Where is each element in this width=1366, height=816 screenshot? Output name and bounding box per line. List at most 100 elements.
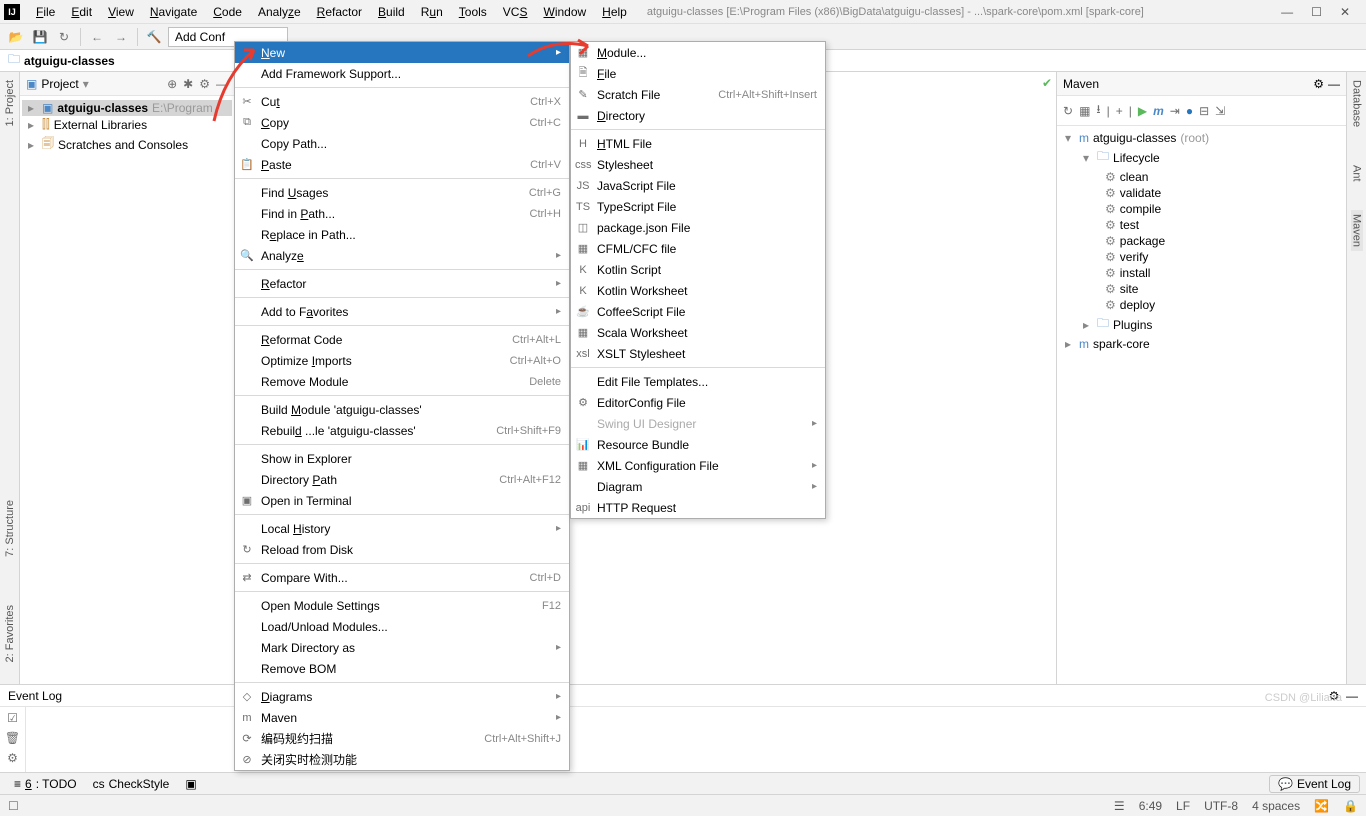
add-icon[interactable]: +	[1116, 104, 1123, 118]
maven-plugins[interactable]: ▸🗀 Plugins	[1061, 313, 1342, 336]
menu-build[interactable]: Build	[370, 2, 413, 22]
open-icon[interactable]: 📂	[6, 27, 26, 47]
clear-icon[interactable]: 🗑	[5, 731, 20, 745]
back-icon[interactable]: ←	[87, 27, 107, 47]
menu-item-kotlin-worksheet[interactable]: KKotlin Worksheet	[571, 280, 825, 301]
menu-item-editorconfig-file[interactable]: ⚙EditorConfig File	[571, 392, 825, 413]
menu-item-module[interactable]: ▦Module...	[571, 42, 825, 63]
menu-item-cfml-cfc-file[interactable]: ▦CFML/CFC file	[571, 238, 825, 259]
rail-database[interactable]: Database	[1351, 80, 1363, 127]
menu-item-analyze[interactable]: 🔍Analyze▸	[235, 245, 569, 266]
menu-item-copy[interactable]: ⧉CopyCtrl+C	[235, 112, 569, 133]
menu-item-file[interactable]: 🗎File	[571, 63, 825, 84]
gear-icon[interactable]: ⚙	[1313, 77, 1324, 91]
filter-icon[interactable]: ☑	[7, 711, 18, 725]
forward-icon[interactable]: →	[111, 27, 131, 47]
project-panel-title[interactable]: Project	[41, 77, 78, 91]
tree-root[interactable]: ▸▣ atguigu-classes E:\Program	[22, 100, 232, 116]
m-icon[interactable]: m	[1153, 104, 1164, 118]
status-indent[interactable]: 4 spaces	[1252, 799, 1300, 813]
gear-icon[interactable]: ⚙	[199, 77, 210, 91]
tab-checkstyle[interactable]: cs CheckStyle	[85, 775, 178, 793]
menu-item-javascript-file[interactable]: JSJavaScript File	[571, 175, 825, 196]
rail-maven[interactable]: Maven	[1351, 210, 1363, 251]
menu-code[interactable]: Code	[205, 2, 250, 22]
menu-item-add-to-favorites[interactable]: Add to Favorites▸	[235, 301, 569, 322]
status-encoding[interactable]: UTF-8	[1204, 799, 1238, 813]
show-icon[interactable]: ⇲	[1215, 104, 1225, 118]
menu-item-kotlin-script[interactable]: KKotlin Script	[571, 259, 825, 280]
menu-item-optimize-imports[interactable]: Optimize ImportsCtrl+Alt+O	[235, 350, 569, 371]
menu-item-replace-in-path[interactable]: Replace in Path...	[235, 224, 569, 245]
run-icon[interactable]: ▶	[1138, 104, 1147, 118]
menu-item-compare-with[interactable]: ⇄Compare With...Ctrl+D	[235, 567, 569, 588]
menu-item-directory-path[interactable]: Directory PathCtrl+Alt+F12	[235, 469, 569, 490]
maven-goal-site[interactable]: ⚙ site	[1061, 281, 1342, 297]
maven-goal-clean[interactable]: ⚙ clean	[1061, 169, 1342, 185]
menu-item-refactor[interactable]: Refactor▸	[235, 273, 569, 294]
menu-item-cut[interactable]: ✂CutCtrl+X	[235, 91, 569, 112]
menu-item-build-module-atguigu-classes[interactable]: Build Module 'atguigu-classes'	[235, 399, 569, 420]
menu-item-maven[interactable]: mMaven▸	[235, 707, 569, 728]
menu-item-rebuild-le-atguigu-classes[interactable]: Rebuild ...le 'atguigu-classes'Ctrl+Shif…	[235, 420, 569, 441]
maven-goal-test[interactable]: ⚙ test	[1061, 217, 1342, 233]
menu-navigate[interactable]: Navigate	[142, 2, 205, 22]
menu-window[interactable]: Window	[535, 2, 594, 22]
maven-root[interactable]: ▾m atguigu-classes (root)	[1061, 130, 1342, 146]
menu-item-resource-bundle[interactable]: 📊Resource Bundle	[571, 434, 825, 455]
collapse-icon[interactable]: —	[216, 77, 228, 91]
menu-item-edit-file-templates[interactable]: Edit File Templates...	[571, 371, 825, 392]
menu-item-mark-directory-as[interactable]: Mark Directory as▸	[235, 637, 569, 658]
menu-item-xslt-stylesheet[interactable]: xslXSLT Stylesheet	[571, 343, 825, 364]
maven-goal-install[interactable]: ⚙ install	[1061, 265, 1342, 281]
maven-goal-deploy[interactable]: ⚙ deploy	[1061, 297, 1342, 313]
collapse-icon[interactable]: —	[1346, 689, 1358, 703]
menu-item-add-framework-support[interactable]: Add Framework Support...	[235, 63, 569, 84]
menu-item-coffeescript-file[interactable]: ☕CoffeeScript File	[571, 301, 825, 322]
menu-item-find-in-path[interactable]: Find in Path...Ctrl+H	[235, 203, 569, 224]
expand-icon[interactable]: ✱	[183, 77, 193, 91]
maven-goal-package[interactable]: ⚙ package	[1061, 233, 1342, 249]
rail-ant[interactable]: Ant	[1351, 165, 1363, 182]
menu-item-html-file[interactable]: HHTML File	[571, 133, 825, 154]
status-indicator-icon[interactable]: ☐	[8, 799, 19, 813]
menu-item-xml-configuration-file[interactable]: ▦XML Configuration File▸	[571, 455, 825, 476]
collapse-icon[interactable]: —	[1328, 77, 1340, 91]
select-opened-icon[interactable]: ⊕	[167, 77, 177, 91]
status-caret-pos[interactable]: 6:49	[1139, 799, 1162, 813]
rail-favorites[interactable]: 2: Favorites	[4, 605, 16, 662]
menu-file[interactable]: File	[28, 2, 63, 22]
menu-item-find-usages[interactable]: Find UsagesCtrl+G	[235, 182, 569, 203]
menu-item-scala-worksheet[interactable]: ▦Scala Worksheet	[571, 322, 825, 343]
menu-item-package-json-file[interactable]: ◫package.json File	[571, 217, 825, 238]
save-icon[interactable]: 💾	[30, 27, 50, 47]
offline-icon[interactable]: ●	[1186, 104, 1193, 118]
menu-item-show-in-explorer[interactable]: Show in Explorer	[235, 448, 569, 469]
maven-goal-validate[interactable]: ⚙ validate	[1061, 185, 1342, 201]
breadcrumb-root[interactable]: atguigu-classes	[24, 54, 115, 68]
menu-item-[interactable]: ⊘关闭实时检测功能	[235, 749, 569, 770]
rail-structure[interactable]: 7: Structure	[4, 500, 16, 557]
reimport-icon[interactable]: ↻	[1063, 104, 1073, 118]
menu-tools[interactable]: Tools	[451, 2, 495, 22]
menu-item-reformat-code[interactable]: Reformat CodeCtrl+Alt+L	[235, 329, 569, 350]
menu-item-open-module-settings[interactable]: Open Module SettingsF12	[235, 595, 569, 616]
maximize-icon[interactable]: ☐	[1311, 5, 1322, 19]
menu-item-[interactable]: ⟳编码规约扫描Ctrl+Alt+Shift+J	[235, 728, 569, 749]
menu-run[interactable]: Run	[413, 2, 451, 22]
menu-item-remove-module[interactable]: Remove ModuleDelete	[235, 371, 569, 392]
tab-todo[interactable]: ≡ 6: 6: TODOTODO	[6, 775, 85, 793]
minimize-icon[interactable]: —	[1281, 5, 1293, 19]
close-icon[interactable]: ✕	[1340, 5, 1350, 19]
menu-item-diagrams[interactable]: ◇Diagrams▸	[235, 686, 569, 707]
menu-item-directory[interactable]: ▬Directory	[571, 105, 825, 126]
generate-icon[interactable]: ▦	[1079, 104, 1090, 118]
status-lock-icon[interactable]: 🔒	[1343, 799, 1358, 813]
menu-item-stylesheet[interactable]: cssStylesheet	[571, 154, 825, 175]
menu-item-scratch-file[interactable]: ✎Scratch FileCtrl+Alt+Shift+Insert	[571, 84, 825, 105]
menu-item-load-unload-modules[interactable]: Load/Unload Modules...	[235, 616, 569, 637]
maven-lifecycle[interactable]: ▾🗀 Lifecycle	[1061, 146, 1342, 169]
menu-item-typescript-file[interactable]: TSTypeScript File	[571, 196, 825, 217]
menu-item-open-in-terminal[interactable]: ▣Open in Terminal	[235, 490, 569, 511]
skip-tests-icon[interactable]: ⊟	[1199, 104, 1209, 118]
